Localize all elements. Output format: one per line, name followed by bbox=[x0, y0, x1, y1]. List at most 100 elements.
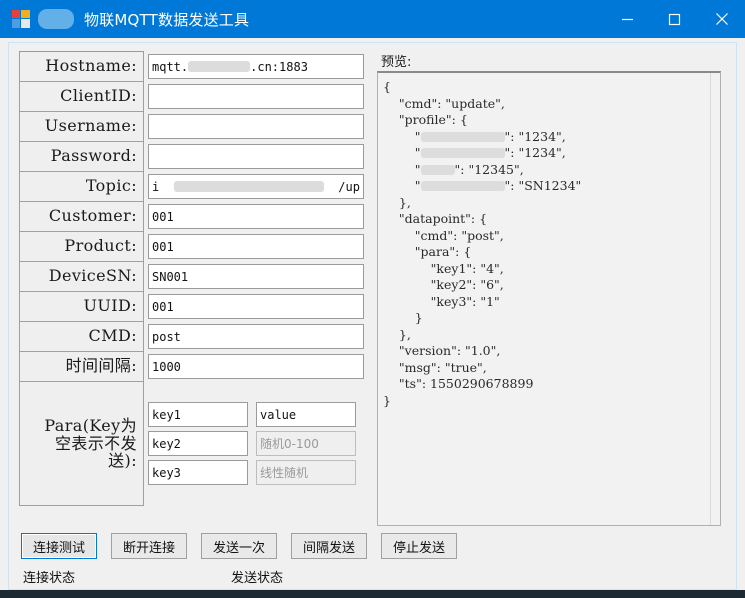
input-value: 001 bbox=[152, 239, 174, 254]
form-label: 时间间隔: bbox=[65, 356, 137, 376]
form-row: ClientID: bbox=[19, 81, 370, 112]
close-icon[interactable] bbox=[698, 0, 745, 38]
form-row: CMD: post bbox=[19, 321, 370, 352]
label-cell-password: Password: bbox=[19, 141, 144, 172]
json-line: } bbox=[383, 310, 423, 325]
send-status-label: 发送状态 bbox=[231, 571, 284, 586]
para-value-input-1[interactable]: value bbox=[256, 402, 356, 427]
redaction-block bbox=[188, 61, 251, 72]
preview-scrollbar[interactable] bbox=[710, 73, 720, 525]
input-value-prefix: mqtt. bbox=[152, 59, 189, 74]
form-row: Customer: 001 bbox=[19, 201, 370, 232]
input-cell-product: 001 bbox=[144, 232, 370, 262]
json-line: " ": "12345", bbox=[383, 162, 707, 179]
redaction-block bbox=[420, 164, 455, 175]
form-label: Customer: bbox=[48, 206, 137, 226]
json-line: "datapoint": { bbox=[383, 211, 488, 226]
json-line: " ": "1234", bbox=[383, 129, 707, 146]
form-row-para: Para(Key为 空表示不发 送): key1 value key2 随机0-100 key… bbox=[19, 381, 370, 506]
para-label-line: Para(Key为 bbox=[44, 415, 137, 435]
form-label: Hostname: bbox=[45, 56, 137, 76]
input-topic[interactable]: i/up bbox=[148, 174, 364, 199]
input-cell-hostname: mqtt. .cn:1883 bbox=[144, 52, 370, 82]
connection-form: Hostname: mqtt. .cn:1883 ClientID: Username:… bbox=[19, 51, 370, 506]
app-window: 物联MQTT数据发送工具 Hostname: mqtt. .cn:1883 Clien… bbox=[0, 0, 745, 598]
json-line: "cmd": "post", bbox=[383, 227, 504, 243]
action-button-row: 连接测试 断开连接 发送一次 间隔发送 停止发送 bbox=[21, 533, 457, 559]
json-line: { bbox=[383, 79, 391, 94]
action-button-2[interactable]: 断开连接 bbox=[111, 533, 187, 559]
input-clientid[interactable] bbox=[148, 84, 364, 109]
label-cell-topic: Topic: bbox=[19, 171, 144, 202]
form-label: Topic: bbox=[85, 176, 137, 196]
input-value: post bbox=[152, 329, 181, 344]
label-cell-product: Product: bbox=[19, 231, 144, 262]
json-line: }, bbox=[383, 194, 411, 210]
input-username[interactable] bbox=[148, 114, 364, 139]
form-label: DeviceSN: bbox=[48, 266, 137, 286]
input-cell-clientid bbox=[144, 82, 370, 112]
preview-panel[interactable]: { "cmd": "update", "profile": { " ": "123… bbox=[377, 71, 721, 526]
form-row: Topic: i/up bbox=[19, 171, 370, 202]
para-key-input-2[interactable]: key2 bbox=[148, 431, 248, 456]
form-label: Password: bbox=[50, 146, 137, 166]
para-key-input-3[interactable]: key3 bbox=[148, 460, 248, 485]
json-line: "para": { bbox=[383, 244, 472, 259]
form-label: CMD: bbox=[88, 326, 137, 346]
json-line-prefix: " bbox=[383, 128, 421, 144]
label-cell-clientid: ClientID: bbox=[19, 81, 144, 112]
input-password[interactable] bbox=[148, 144, 364, 169]
json-line: "key3": "1" bbox=[383, 293, 500, 309]
form-label: Product: bbox=[64, 236, 137, 256]
form-label: UUID: bbox=[83, 296, 137, 316]
action-button-label: 发送一次 bbox=[212, 540, 265, 556]
input-cell-password bbox=[144, 142, 370, 172]
maximize-icon[interactable] bbox=[651, 0, 698, 38]
json-line-suffix: ": "1234", bbox=[504, 145, 566, 160]
action-button-5[interactable]: 停止发送 bbox=[381, 533, 457, 559]
para-row: key1 value bbox=[148, 400, 370, 429]
action-button-4[interactable]: 间隔发送 bbox=[291, 533, 367, 559]
label-cell-hostname: Hostname: bbox=[19, 51, 144, 82]
redaction-block bbox=[420, 148, 505, 158]
input-cell-时间间隔: 1000 bbox=[144, 352, 370, 382]
form-label: Username: bbox=[44, 116, 137, 136]
json-line: "key1": "4", bbox=[383, 260, 504, 276]
input-value: 001 bbox=[152, 209, 174, 224]
form-row: Product: 001 bbox=[19, 231, 370, 262]
para-value-input-3[interactable]: 线性随机 bbox=[256, 460, 356, 485]
title-bar: 物联MQTT数据发送工具 bbox=[0, 0, 745, 38]
preview-json-text: { "cmd": "update", "profile": { " ": "123… bbox=[378, 73, 711, 525]
minimize-icon[interactable] bbox=[604, 0, 651, 38]
json-line: " ": "1234", bbox=[383, 145, 707, 162]
para-value-input-2[interactable]: 随机0-100 bbox=[256, 431, 356, 456]
input-uuid[interactable]: 001 bbox=[148, 294, 364, 319]
input-value: SN001 bbox=[152, 269, 189, 284]
input-devicesn[interactable]: SN001 bbox=[148, 264, 364, 289]
input-value-prefix: i bbox=[152, 179, 160, 194]
para-key-input-1[interactable]: key1 bbox=[148, 402, 248, 427]
input-时间间隔[interactable]: 1000 bbox=[148, 354, 364, 379]
connection-status-label: 连接状态 bbox=[23, 571, 76, 586]
input-customer[interactable]: 001 bbox=[148, 204, 364, 229]
form-label: ClientID: bbox=[60, 86, 137, 106]
json-line-suffix: ": "SN1234" bbox=[504, 178, 582, 193]
input-product[interactable]: 001 bbox=[148, 234, 364, 259]
label-cell-customer: Customer: bbox=[19, 201, 144, 232]
json-line-suffix: ": "12345", bbox=[454, 161, 524, 177]
json-line: } bbox=[383, 392, 391, 408]
action-button-label: 停止发送 bbox=[392, 540, 445, 556]
action-button-3[interactable]: 发送一次 bbox=[201, 533, 277, 559]
form-row: UUID: 001 bbox=[19, 291, 370, 322]
json-line: }, bbox=[383, 326, 411, 342]
action-button-1[interactable]: 连接测试 bbox=[21, 533, 97, 559]
desktop-edge bbox=[0, 590, 745, 598]
json-line-prefix: " bbox=[383, 145, 421, 160]
form-row: DeviceSN: SN001 bbox=[19, 261, 370, 292]
label-cell-uuid: UUID: bbox=[19, 291, 144, 322]
input-cmd[interactable]: post bbox=[148, 324, 364, 349]
input-hostname[interactable]: mqtt. .cn:1883 bbox=[148, 54, 364, 79]
title-redaction-block bbox=[38, 9, 74, 29]
para-value-value: 线性随机 bbox=[260, 466, 309, 480]
input-cell-username bbox=[144, 112, 370, 142]
